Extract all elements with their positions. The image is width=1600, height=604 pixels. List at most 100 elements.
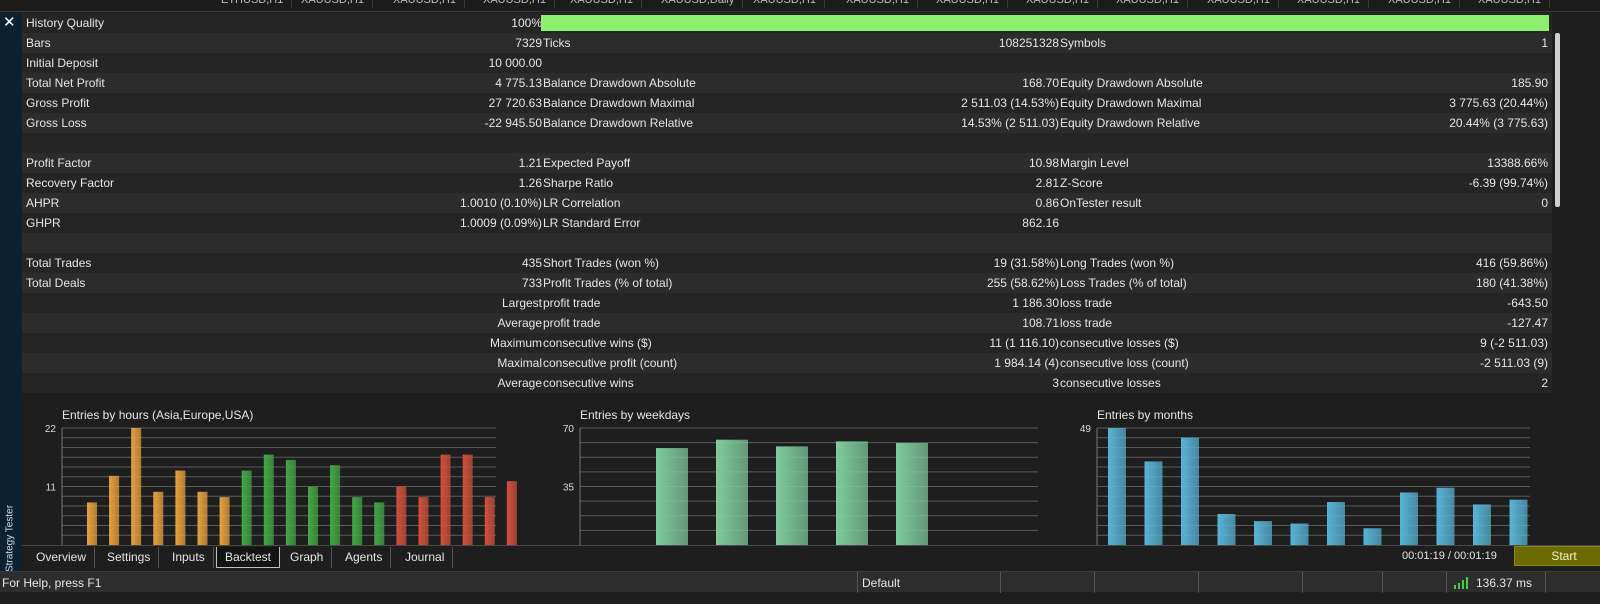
row-label: profit trade: [543, 296, 601, 310]
row-value: 14.53% (2 511.03): [961, 116, 1059, 130]
chart-tab[interactable]: ETHUSD,H1: [213, 0, 293, 8]
tab-settings[interactable]: Settings: [99, 547, 160, 568]
row-value: 4 775.13: [495, 76, 542, 90]
row-label: Balance Drawdown Maximal: [543, 96, 695, 110]
chart-title: Entries by weekdays: [580, 408, 691, 422]
tester-tab-bar: 00:01:19 / 00:01:19 Start Overview Settin…: [22, 545, 1600, 568]
row-label: consecutive wins: [543, 376, 634, 390]
report-row: Bars 7329 Ticks 108251328 Symbols 1: [22, 33, 1552, 53]
row-value: 435: [521, 256, 542, 270]
row-value: 2.81: [1035, 176, 1059, 190]
chart-bar: [109, 475, 120, 545]
vertical-scrollbar[interactable]: [1553, 13, 1563, 545]
backtest-report: History Quality 100% Bars 7329 Ticks 108251…: [22, 13, 1552, 393]
tab-backtest[interactable]: Backtest: [216, 547, 281, 568]
row-value: 108.71: [1022, 316, 1059, 330]
scrollbar-thumb[interactable]: [1555, 33, 1560, 207]
chart-bar: [1181, 437, 1199, 545]
row-label: History Quality: [26, 16, 105, 30]
tab-agents[interactable]: Agents: [337, 547, 392, 568]
chart-bar: [241, 470, 252, 545]
chart-tab[interactable]: XAUUSD,H1: [1199, 0, 1279, 8]
row-label: loss trade: [1060, 296, 1113, 310]
chart-tab[interactable]: XAUUSD,H1: [1108, 0, 1188, 8]
chart-bar: [1108, 428, 1126, 545]
row-label: Profit Factor: [26, 156, 92, 170]
row-label: Long Trades (won %): [1060, 256, 1175, 270]
row-label: consecutive losses ($): [1060, 336, 1179, 350]
chart-bar: [1473, 504, 1491, 545]
chart-bar: [1254, 521, 1272, 545]
chart-tab[interactable]: XAUUSD,H1: [1470, 0, 1550, 8]
y-tick-label: 35: [563, 483, 575, 494]
chart-tab[interactable]: XAUUSD,H1: [562, 0, 642, 8]
row-value: 1: [1541, 36, 1548, 50]
report-row: Total Net Profit 4 775.13 Balance Drawdown…: [22, 73, 1552, 93]
chart-bar: [440, 454, 451, 545]
signal-strength-icon: [1454, 577, 1468, 589]
tab-graph[interactable]: Graph: [282, 547, 333, 568]
help-text: For Help, press F1: [2, 576, 102, 590]
row-value: -22 945.50: [484, 116, 542, 130]
row-label: loss trade: [1060, 316, 1113, 330]
status-divider: [1000, 572, 1001, 593]
tab-inputs[interactable]: Inputs: [164, 547, 214, 568]
chart-tab[interactable]: XAUUSD,H1: [1018, 0, 1098, 8]
row-value: 1.0009 (0.09%): [459, 216, 542, 230]
chart-bar: [484, 497, 495, 545]
chart-title: Entries by months: [1097, 408, 1194, 422]
chart-bar: [1400, 492, 1418, 545]
chart-bar: [1327, 502, 1345, 545]
row-label: consecutive loss (count): [1060, 356, 1189, 370]
row-label: Expected Payoff: [543, 156, 631, 170]
row-label: Total Net Profit: [26, 76, 105, 90]
chart-tab[interactable]: XAUUSD,H1: [745, 0, 825, 8]
chart-tab[interactable]: XAUUSD,H1: [1380, 0, 1460, 8]
row-label: LR Correlation: [543, 196, 621, 210]
chart-bar: [716, 439, 748, 545]
row-label: GHPR: [26, 216, 61, 230]
chart-tab[interactable]: XAUUSD,H1: [928, 0, 1008, 8]
chart-tab[interactable]: XAUUSD,H1: [1289, 0, 1369, 8]
row-label: Margin Level: [1060, 156, 1129, 170]
chart-bar: [197, 491, 208, 545]
chart-bar: [462, 454, 473, 545]
chart-tab[interactable]: XAUUSD,Daily: [653, 0, 744, 8]
row-value: -2 511.03 (9): [1480, 356, 1548, 370]
chart-tab[interactable]: XAUUSD,H1: [293, 0, 373, 8]
close-icon[interactable]: ✕: [3, 15, 16, 31]
row-value: 13388.66%: [1487, 156, 1548, 170]
chart-bar: [776, 446, 808, 545]
row-label: Bars: [26, 36, 51, 50]
chart-bar: [374, 502, 385, 545]
report-row: Maximal consecutive profit (count) 1 984.1…: [22, 353, 1552, 373]
chart-tab[interactable]: XAUUSD,H1: [838, 0, 918, 8]
row-value: 416 (59.86%): [1475, 256, 1548, 270]
profile-name[interactable]: Default: [862, 576, 900, 590]
report-row: GHPR 1.0009 (0.09%) LR Standard Error 862.1…: [22, 213, 1552, 233]
row-value: 733: [521, 276, 542, 290]
status-divider: [1198, 572, 1199, 593]
chart-bar: [1509, 499, 1528, 545]
tab-journal[interactable]: Journal: [397, 547, 454, 568]
row-value: 3 775.63 (20.44%): [1449, 96, 1548, 110]
report-row: Recovery Factor 1.26 Sharpe Ratio 2.81 Z-Sco…: [22, 173, 1552, 193]
row-label: Ticks: [543, 36, 571, 50]
chart-bar: [352, 497, 363, 545]
start-button[interactable]: Start: [1514, 546, 1600, 566]
tab-overview[interactable]: Overview: [28, 547, 96, 568]
row-value: -6.39 (99.74%): [1468, 176, 1548, 190]
row-value: 11 (1 116.10): [989, 336, 1059, 350]
row-label: consecutive wins ($): [543, 336, 652, 350]
y-tick-label: 70: [563, 424, 575, 435]
ping-value: 136.37 ms: [1476, 576, 1533, 590]
chart-tab-strip: ETHUSD,H1 XAUUSD,H1 XAUUSD,H1 XAUUSD,H1 XAUU…: [0, 0, 1600, 12]
chart-bar: [1363, 528, 1382, 545]
chart-tab[interactable]: XAUUSD,H1: [475, 0, 555, 8]
report-row: Total Trades 435 Short Trades (won %) 19 (3…: [22, 253, 1552, 273]
chart-bar: [285, 459, 296, 545]
row-label: Average: [497, 316, 542, 330]
chart-tab[interactable]: XAUUSD,H1: [385, 0, 465, 8]
row-label: Loss Trades (% of total): [1060, 276, 1187, 290]
report-row: Initial Deposit 10 000.00: [22, 53, 1552, 73]
